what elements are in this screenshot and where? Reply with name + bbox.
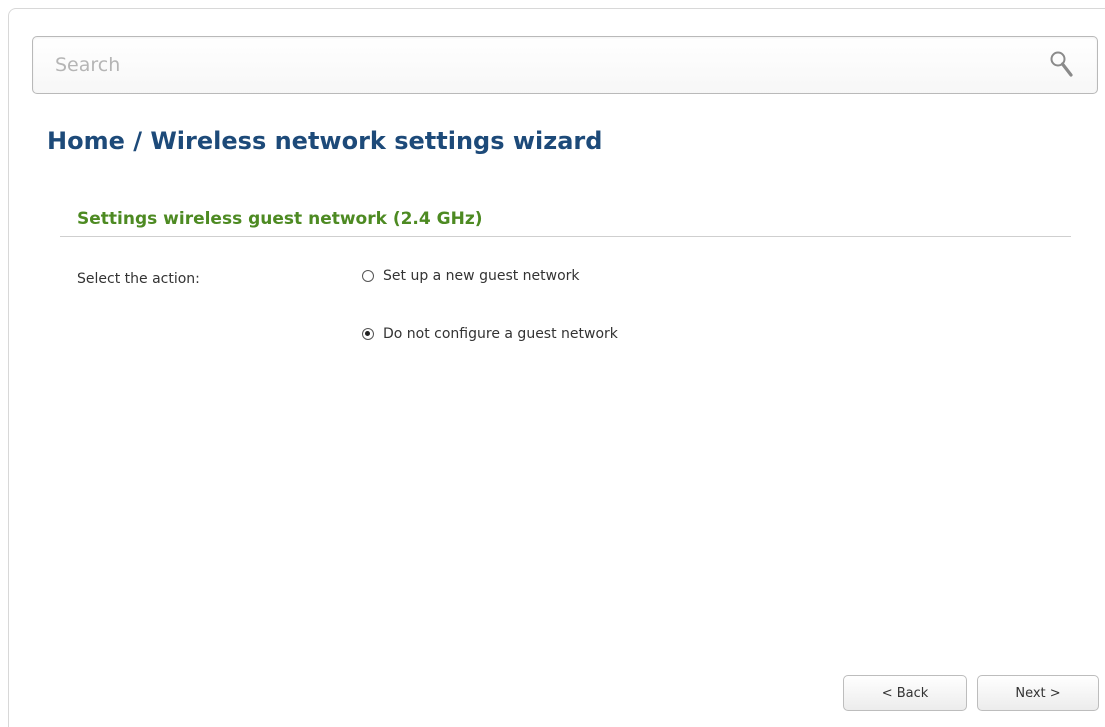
radio-button-checked[interactable]	[362, 328, 374, 340]
search-input[interactable]	[55, 51, 1035, 79]
radio-button-unchecked[interactable]	[362, 270, 374, 282]
back-button[interactable]: < Back	[843, 675, 967, 711]
radio-label: Do not configure a guest network	[383, 326, 618, 342]
search-icon[interactable]	[1049, 49, 1075, 81]
section-divider	[60, 236, 1071, 237]
search-box[interactable]	[32, 36, 1098, 94]
next-button[interactable]: Next >	[977, 675, 1099, 711]
page-title: Home / Wireless network settings wizard	[47, 127, 603, 155]
section-title: Settings wireless guest network (2.4 GHz…	[77, 209, 483, 229]
radio-do-not-configure[interactable]: Do not configure a guest network	[362, 326, 618, 342]
content-panel	[8, 8, 1105, 727]
action-label: Select the action:	[77, 271, 200, 287]
radio-label: Set up a new guest network	[383, 268, 580, 284]
radio-setup-guest-network[interactable]: Set up a new guest network	[362, 268, 580, 284]
